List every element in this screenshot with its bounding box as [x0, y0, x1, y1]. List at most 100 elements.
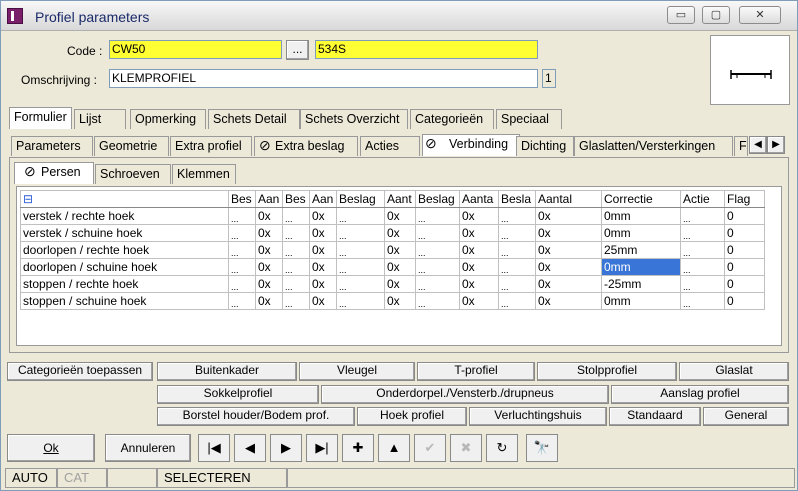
- name-cell[interactable]: doorlopen / rechte hoek: [20, 241, 229, 259]
- code-browse-button[interactable]: ...: [286, 40, 309, 60]
- stolpprofiel-button[interactable]: Stolpprofiel: [537, 362, 677, 381]
- browse-cell[interactable]: ...: [336, 207, 385, 225]
- a4-cell[interactable]: 0x: [459, 258, 499, 276]
- a5-cell[interactable]: 0x: [535, 207, 602, 225]
- a1-cell[interactable]: 0x: [255, 275, 283, 293]
- a2-cell[interactable]: 0x: [309, 258, 337, 276]
- browse-cell[interactable]: ...: [282, 207, 310, 225]
- browse-cell[interactable]: ...: [282, 241, 310, 259]
- a3-cell[interactable]: 0x: [384, 275, 416, 293]
- a2-cell[interactable]: 0x: [309, 241, 337, 259]
- tab-extra-profiel[interactable]: Extra profiel: [170, 136, 252, 156]
- correctie-cell[interactable]: 0mm: [601, 207, 681, 225]
- code-desc-input[interactable]: 534S: [315, 40, 538, 59]
- tab-schroeven[interactable]: Schroeven: [95, 164, 171, 184]
- add-record-icon[interactable]: ✚: [342, 434, 374, 462]
- refresh-icon[interactable]: ↻: [486, 434, 518, 462]
- a5-cell[interactable]: 0x: [535, 275, 602, 293]
- correctie-cell[interactable]: 0mm: [601, 292, 681, 310]
- a1-cell[interactable]: 0x: [255, 207, 283, 225]
- browse-cell[interactable]: ...: [336, 224, 385, 242]
- tabs-scroll-left-icon[interactable]: ◀: [749, 136, 767, 154]
- browse-cell[interactable]: ...: [336, 258, 385, 276]
- col-header[interactable]: Aan: [255, 190, 283, 208]
- a2-cell[interactable]: 0x: [309, 224, 337, 242]
- general-button[interactable]: General: [703, 407, 789, 426]
- edit-record-icon[interactable]: ▲: [378, 434, 410, 462]
- browse-cell[interactable]: ...: [680, 241, 725, 259]
- browse-cell[interactable]: ...: [498, 207, 536, 225]
- a3-cell[interactable]: 0x: [384, 258, 416, 276]
- tab-schets-overzicht[interactable]: Schets Overzicht: [300, 109, 408, 129]
- next-record-icon[interactable]: ▶: [270, 434, 302, 462]
- browse-cell[interactable]: ...: [282, 258, 310, 276]
- flag-cell[interactable]: 0: [724, 292, 765, 310]
- a3-cell[interactable]: 0x: [384, 224, 416, 242]
- tab-speciaal[interactable]: Speciaal: [496, 109, 562, 129]
- browse-cell[interactable]: ...: [498, 258, 536, 276]
- browse-cell[interactable]: ...: [415, 258, 460, 276]
- a4-cell[interactable]: 0x: [459, 241, 499, 259]
- browse-cell[interactable]: ...: [680, 258, 725, 276]
- title-bar[interactable]: Profiel parameters ▭ ▢ ✕: [1, 1, 797, 31]
- tab-categorieen[interactable]: Categorieën: [410, 109, 494, 129]
- binoculars-search-icon[interactable]: 🔭: [526, 434, 558, 462]
- col-header[interactable]: Flag: [724, 190, 765, 208]
- a4-cell[interactable]: 0x: [459, 275, 499, 293]
- onderdorpel-button[interactable]: Onderdorpel./Vensterb./drupneus: [321, 385, 609, 404]
- browse-cell[interactable]: ...: [228, 241, 256, 259]
- browse-cell[interactable]: ...: [415, 241, 460, 259]
- browse-cell[interactable]: ...: [228, 275, 256, 293]
- a4-cell[interactable]: 0x: [459, 207, 499, 225]
- tab-lijst[interactable]: Lijst: [74, 109, 126, 129]
- name-cell[interactable]: stoppen / schuine hoek: [20, 292, 229, 310]
- browse-cell[interactable]: ...: [415, 224, 460, 242]
- tab-opmerking[interactable]: Opmerking: [130, 109, 206, 129]
- col-header[interactable]: Actie: [680, 190, 725, 208]
- browse-cell[interactable]: ...: [680, 224, 725, 242]
- maximize-button[interactable]: ▢: [702, 6, 730, 24]
- col-header[interactable]: Aant: [384, 190, 416, 208]
- col-header[interactable]: Beslag: [336, 190, 385, 208]
- browse-cell[interactable]: ...: [680, 207, 725, 225]
- omschrijving-input[interactable]: KLEMPROFIEL: [109, 69, 538, 88]
- browse-cell[interactable]: ...: [228, 292, 256, 310]
- col-header[interactable]: Besla: [498, 190, 536, 208]
- table-row[interactable]: stoppen / rechte hoek... 0x... 0x... 0x... 0…: [20, 275, 765, 293]
- table-row[interactable]: doorlopen / schuine hoek... 0x... 0x... 0x.…: [20, 258, 765, 276]
- table-row[interactable]: stoppen / schuine hoek... 0x... 0x... 0x...…: [20, 292, 765, 310]
- tab-glaslatten[interactable]: Glaslatten/Versterkingen: [574, 136, 733, 156]
- close-button[interactable]: ✕: [739, 6, 781, 24]
- borstel-houder-button[interactable]: Borstel houder/Bodem prof.: [157, 407, 355, 426]
- sokkelprofiel-button[interactable]: Sokkelprofiel: [157, 385, 319, 404]
- table-row[interactable]: verstek / rechte hoek... 0x... 0x... 0x... 0…: [20, 207, 765, 225]
- browse-cell[interactable]: ...: [415, 275, 460, 293]
- browse-cell[interactable]: ...: [680, 275, 725, 293]
- browse-cell[interactable]: ...: [282, 292, 310, 310]
- browse-cell[interactable]: ...: [228, 258, 256, 276]
- col-header[interactable]: Aanta: [459, 190, 499, 208]
- confirm-icon[interactable]: ✔: [414, 434, 446, 462]
- browse-cell[interactable]: ...: [498, 275, 536, 293]
- table-row[interactable]: doorlopen / rechte hoek... 0x... 0x... 0x..…: [20, 241, 765, 259]
- buitenkader-button[interactable]: Buitenkader: [157, 362, 297, 381]
- standaard-button[interactable]: Standaard: [609, 407, 701, 426]
- last-record-icon[interactable]: ▶|: [306, 434, 338, 462]
- flag-cell[interactable]: 0: [724, 241, 765, 259]
- a5-cell[interactable]: 0x: [535, 258, 602, 276]
- vleugel-button[interactable]: Vleugel: [299, 362, 415, 381]
- tab-klemmen[interactable]: Klemmen: [172, 164, 236, 184]
- first-record-icon[interactable]: |◀: [198, 434, 230, 462]
- browse-cell[interactable]: ...: [415, 207, 460, 225]
- ok-button[interactable]: Ok: [7, 434, 95, 462]
- browse-cell[interactable]: ...: [336, 275, 385, 293]
- browse-cell[interactable]: ...: [282, 224, 310, 242]
- previous-record-icon[interactable]: ◀: [234, 434, 266, 462]
- a3-cell[interactable]: 0x: [384, 292, 416, 310]
- browse-cell[interactable]: ...: [282, 275, 310, 293]
- tab-formulier[interactable]: Formulier: [9, 107, 72, 129]
- a2-cell[interactable]: 0x: [309, 207, 337, 225]
- flag-cell[interactable]: 0: [724, 258, 765, 276]
- browse-cell[interactable]: ...: [336, 241, 385, 259]
- browse-cell[interactable]: ...: [498, 241, 536, 259]
